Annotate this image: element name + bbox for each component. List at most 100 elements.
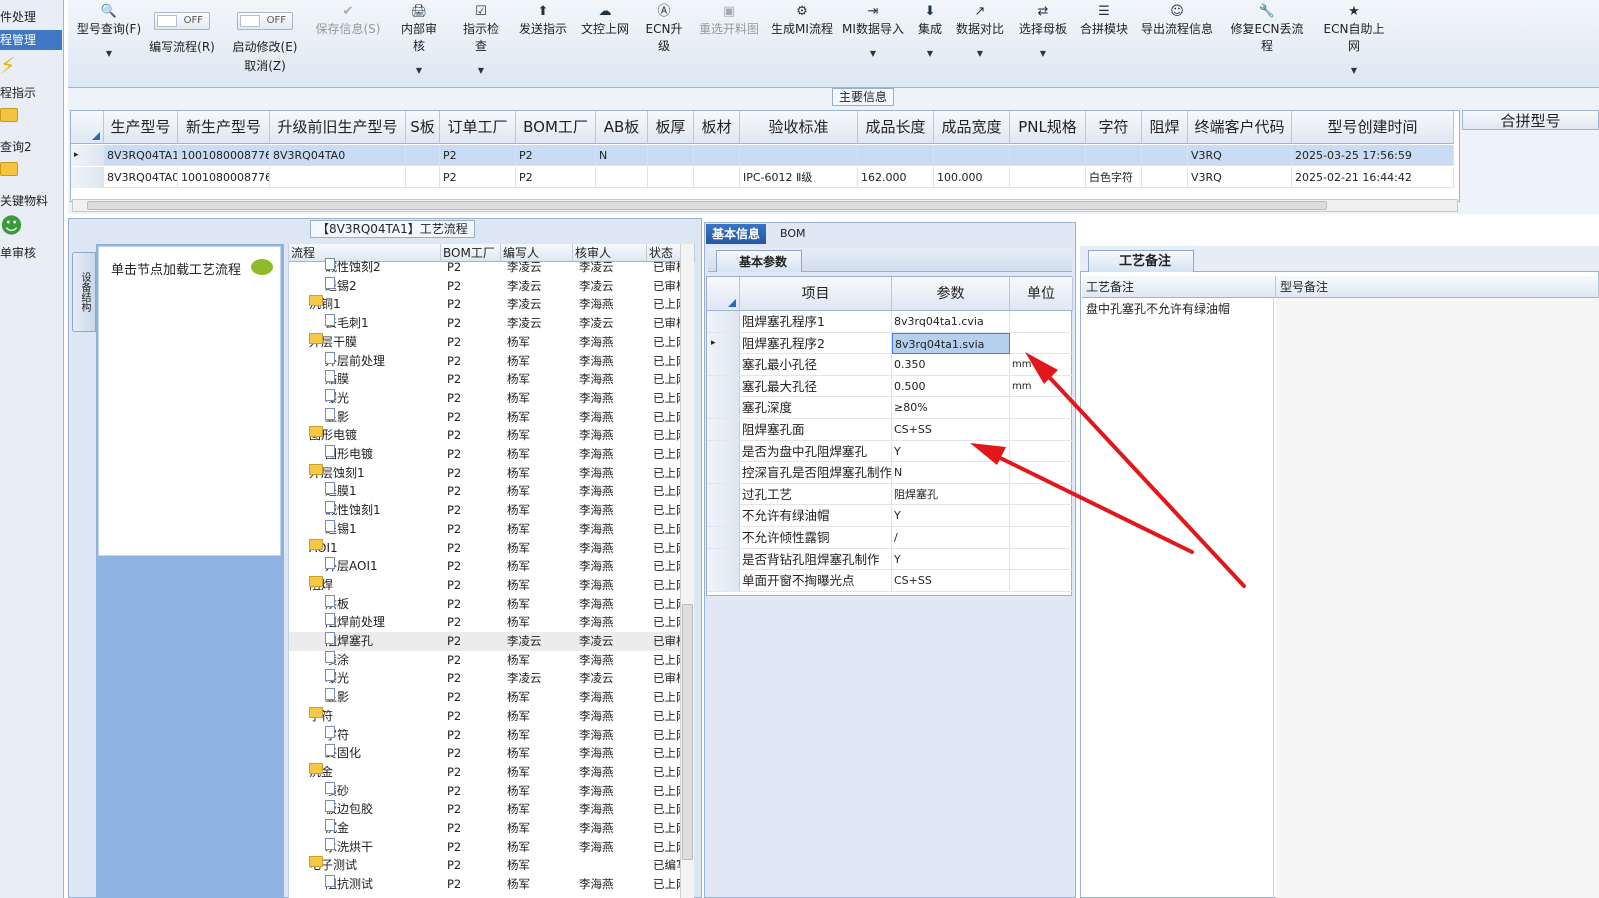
flow-writer-cell[interactable]: 杨军 bbox=[507, 426, 573, 444]
param-row[interactable]: 过孔工艺 阻焊塞孔 bbox=[707, 483, 1073, 506]
doc-online-button[interactable]: ☁ 文控上网 bbox=[581, 4, 629, 37]
flow-reviewer-cell[interactable]: 李海燕 bbox=[579, 352, 647, 370]
flow-tree-row[interactable]: 阻抗测试 P2 杨军 李海燕 已上网 bbox=[289, 875, 688, 894]
param-row[interactable]: 不允许有绿油帽 Y bbox=[707, 505, 1073, 527]
flow-writer-cell[interactable]: 杨军 bbox=[507, 539, 573, 557]
flow-reviewer-cell[interactable]: 李海燕 bbox=[579, 800, 647, 818]
param-unit-cell[interactable] bbox=[1010, 484, 1070, 505]
param-row[interactable]: 是否为盘中孔阻焊塞孔 Y bbox=[707, 440, 1073, 463]
param-value-cell[interactable]: CS+SS bbox=[892, 419, 1010, 440]
table-cell[interactable] bbox=[406, 145, 440, 166]
flow-writer-cell[interactable]: 杨军 bbox=[507, 838, 573, 856]
flow-node[interactable]: 贴膜 bbox=[325, 370, 441, 388]
flow-node[interactable]: 烘板 bbox=[325, 594, 441, 613]
nav-item-0[interactable]: 件处理 bbox=[0, 8, 62, 25]
flow-tree-row[interactable]: −字符P2杨军李海燕已上网 bbox=[289, 706, 688, 726]
table-cell[interactable]: V3RQ bbox=[1188, 145, 1292, 166]
flow-writer-cell[interactable]: 杨军 bbox=[507, 726, 573, 744]
param-item-cell[interactable]: 单面开窗不掏曝光点 bbox=[740, 570, 892, 592]
flow-tree-row[interactable]: 喷涂 P2 杨军 李海燕 已上网 bbox=[289, 650, 688, 670]
repair-ecn-button[interactable]: 🔧 修复ECN丢流程 bbox=[1226, 4, 1308, 54]
flow-reviewer-cell[interactable]: 李海燕 bbox=[579, 426, 647, 444]
flow-node[interactable]: 喷砂 bbox=[325, 781, 441, 800]
flow-reviewer-cell[interactable]: 李海燕 bbox=[579, 613, 647, 631]
flow-tree-row[interactable]: 退锡1 P2 杨军 李海燕 已上网 bbox=[289, 519, 688, 539]
flow-tree-row[interactable]: −AOI1P2杨军李海燕已上网 bbox=[289, 538, 688, 558]
flow-reviewer-cell[interactable]: 李海燕 bbox=[579, 726, 647, 744]
nav-item-1[interactable]: 程管理 bbox=[0, 30, 62, 50]
flow-writer-cell[interactable]: 杨军 bbox=[507, 482, 573, 500]
table-cell[interactable]: 8V3RQ04TA0 bbox=[104, 166, 178, 188]
param-item-cell[interactable]: 是否背钻孔阻焊塞孔制作 bbox=[740, 548, 892, 570]
flow-bom-cell[interactable]: P2 bbox=[447, 688, 501, 706]
param-unit-cell[interactable] bbox=[1010, 505, 1070, 526]
flow-tree-row[interactable]: 沉金 P2 杨军 李海燕 已上网 bbox=[289, 819, 688, 838]
flow-bom-cell[interactable]: P2 bbox=[447, 408, 501, 426]
table-cell[interactable]: 白色字符 bbox=[1086, 166, 1142, 188]
flow-bom-cell[interactable]: P2 bbox=[447, 295, 501, 313]
flow-node[interactable]: 板边包胶 bbox=[325, 800, 441, 818]
column-header[interactable]: BOM工厂 bbox=[516, 111, 596, 144]
flow-node[interactable]: 阻焊前处理 bbox=[325, 613, 441, 631]
flow-reviewer-cell[interactable]: 李海燕 bbox=[579, 595, 647, 613]
flow-reviewer-cell[interactable]: 李海燕 bbox=[579, 445, 647, 463]
table-cell[interactable] bbox=[270, 166, 406, 188]
flow-reviewer-cell[interactable]: 李凌云 bbox=[579, 632, 647, 650]
flow-reviewer-cell[interactable]: 李海燕 bbox=[579, 651, 647, 669]
table-cell[interactable] bbox=[1142, 166, 1188, 188]
table-cell[interactable]: 8V3RQ04TA1 bbox=[104, 145, 178, 166]
flow-bom-cell[interactable]: P2 bbox=[447, 856, 501, 874]
flow-tree-row[interactable]: 水洗烘干 P2 杨军 李海燕 已上网 bbox=[289, 837, 688, 857]
param-item-cell[interactable]: 过孔工艺 bbox=[740, 483, 892, 505]
flow-node[interactable]: 退锡2 bbox=[325, 276, 441, 295]
table-cell[interactable] bbox=[694, 166, 740, 188]
data-compare-button[interactable]: ↗ 数据对比 ▼ bbox=[955, 4, 1005, 58]
flow-bom-cell[interactable]: P2 bbox=[447, 520, 501, 538]
table-cell[interactable]: IPC-6012 Ⅱ级 bbox=[740, 166, 858, 188]
export-flow-button[interactable]: ☺ 导出流程信息 bbox=[1141, 4, 1213, 37]
flow-writer-cell[interactable]: 杨军 bbox=[507, 520, 573, 538]
flow-node[interactable]: 字符 bbox=[325, 725, 441, 744]
flow-bom-cell[interactable]: P2 bbox=[447, 389, 501, 407]
param-item-cell[interactable]: 塞孔最大孔径 bbox=[740, 375, 892, 397]
flow-reviewer-cell[interactable]: 李海燕 bbox=[579, 520, 647, 538]
flow-node[interactable]: 图形电镀 bbox=[325, 445, 441, 463]
dropdown-arrow-icon[interactable]: ▼ bbox=[74, 49, 144, 58]
node-box[interactable]: 单击节点加载工艺流程 bbox=[98, 246, 281, 556]
table-cell[interactable]: P2 bbox=[440, 166, 516, 188]
flow-node[interactable]: 曝光 bbox=[325, 388, 441, 407]
table-cell[interactable]: 10010800087762 bbox=[178, 166, 270, 188]
flow-bom-cell[interactable]: P2 bbox=[447, 707, 501, 725]
flow-bom-cell[interactable]: P2 bbox=[447, 782, 501, 800]
flow-reviewer-cell[interactable]: 李海燕 bbox=[579, 838, 647, 856]
flow-writer-cell[interactable]: 杨军 bbox=[507, 763, 573, 781]
dropdown-arrow-icon[interactable]: ▼ bbox=[915, 49, 945, 58]
ecn-upgrade-button[interactable]: Ⓐ ECN升级 bbox=[641, 4, 687, 54]
column-header[interactable]: 订单工厂 bbox=[440, 111, 516, 144]
flow-bom-cell[interactable]: P2 bbox=[447, 258, 501, 276]
column-header[interactable]: 板厚 bbox=[648, 111, 694, 144]
param-item-cell[interactable]: 不允许有绿油帽 bbox=[740, 505, 892, 527]
flow-tree-row[interactable]: 显影 P2 杨军 李海燕 已上网 bbox=[289, 688, 688, 707]
nav-item-5[interactable]: ☻ 单审核 bbox=[0, 214, 62, 261]
flow-tree-row[interactable]: −外层蚀刻1P2杨军李海燕已上网 bbox=[289, 463, 688, 483]
flow-bom-cell[interactable]: P2 bbox=[447, 370, 501, 388]
flow-tree-row[interactable]: 阻焊塞孔 P2 李凌云 李凌云 已审核 bbox=[289, 632, 688, 651]
param-unit-cell[interactable] bbox=[1010, 419, 1070, 440]
dropdown-arrow-icon[interactable]: ▼ bbox=[458, 66, 504, 75]
flow-reviewer-cell[interactable]: 李海燕 bbox=[579, 782, 647, 800]
flow-bom-cell[interactable]: P2 bbox=[447, 651, 501, 669]
flow-bom-cell[interactable]: P2 bbox=[447, 632, 501, 650]
param-unit-cell[interactable] bbox=[1010, 397, 1070, 418]
column-header[interactable]: 成品长度 bbox=[858, 111, 934, 144]
save-info-button[interactable]: ✔ 保存信息(S) bbox=[314, 4, 382, 37]
table-cell[interactable]: 8V3RQ04TA0 bbox=[270, 145, 406, 166]
flow-tree-row[interactable]: 喷砂 P2 杨军 李海燕 已上网 bbox=[289, 781, 688, 801]
flow-writer-cell[interactable]: 李凌云 bbox=[507, 258, 573, 276]
column-header[interactable]: 成品宽度 bbox=[934, 111, 1010, 144]
flow-bom-cell[interactable]: P2 bbox=[447, 875, 501, 893]
flow-bom-cell[interactable]: P2 bbox=[447, 613, 501, 631]
main-grid-horizontal-scrollbar[interactable] bbox=[72, 199, 1458, 212]
table-cell[interactable] bbox=[1010, 166, 1086, 188]
flow-node[interactable]: −外层干膜 bbox=[309, 332, 441, 351]
